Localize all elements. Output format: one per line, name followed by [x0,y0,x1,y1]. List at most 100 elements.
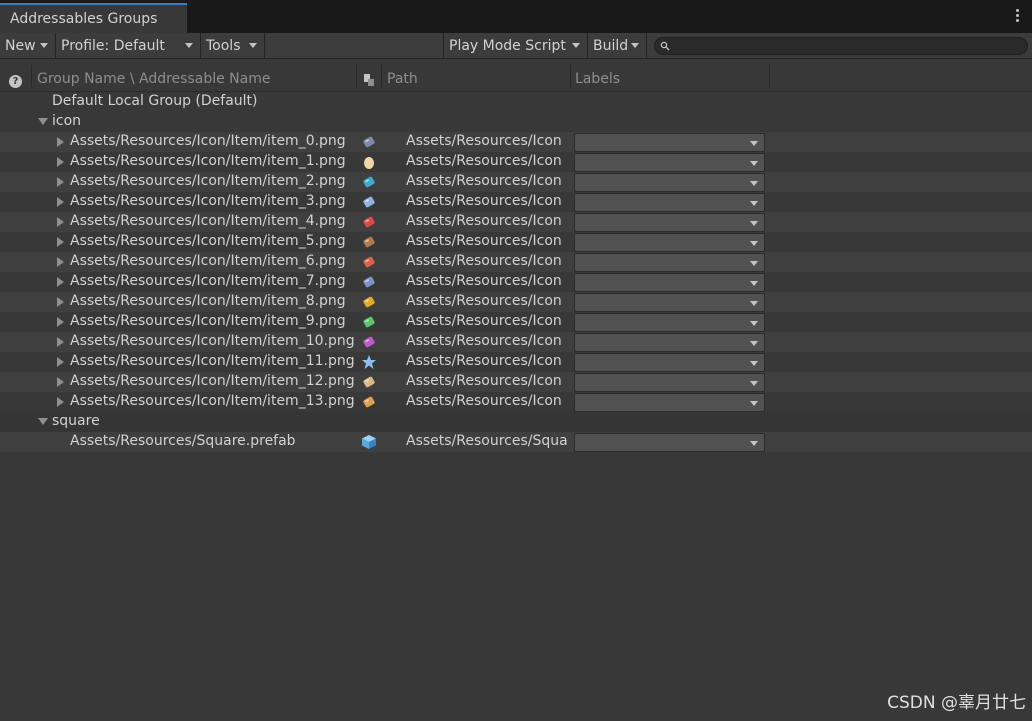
entry-row[interactable]: Assets/Resources/Icon/Item/item_8.png Ass… [0,292,1032,312]
foldout-collapsed-icon[interactable] [57,277,64,287]
column-divider[interactable] [381,65,382,87]
labels-dropdown[interactable] [574,253,765,272]
asset-type-icon[interactable] [363,73,375,87]
foldout-collapsed-icon[interactable] [57,337,64,347]
chevron-down-icon [750,281,758,286]
chevron-down-icon [750,141,758,146]
entry-row[interactable]: Assets/Resources/Icon/Item/item_12.png As… [0,372,1032,392]
tools-label: Tools [206,37,241,54]
group-row-square[interactable]: square [0,412,1032,432]
search-input[interactable] [675,38,1015,54]
labels-dropdown[interactable] [574,393,765,412]
labels-dropdown[interactable] [574,273,765,292]
entry-row[interactable]: Assets/Resources/Icon/Item/item_5.png Ass… [0,232,1032,252]
build-dropdown[interactable]: Build [588,33,647,58]
entry-path: Assets/Resources/Icon [406,213,562,229]
book-icon [361,214,377,230]
chevron-down-icon [750,161,758,166]
foldout-collapsed-icon[interactable] [57,157,64,167]
profile-label: Profile: Default [61,37,165,54]
entry-row[interactable]: Assets/Resources/Icon/Item/item_11.png As… [0,352,1032,372]
foldout-collapsed-icon[interactable] [57,197,64,207]
labels-dropdown[interactable] [574,313,765,332]
entry-name: Assets/Resources/Icon/Item/item_3.png [70,193,346,209]
chevron-down-icon [750,361,758,366]
foldout-collapsed-icon[interactable] [57,397,64,407]
entry-row[interactable]: Assets/Resources/Icon/Item/item_0.png Ass… [0,132,1032,152]
labels-dropdown[interactable] [574,193,765,212]
entry-name: Assets/Resources/Icon/Item/item_2.png [70,173,346,189]
labels-dropdown[interactable] [574,153,765,172]
tab-addressables-groups[interactable]: Addressables Groups [0,3,187,33]
chevron-down-icon [750,321,758,326]
wand-icon [361,194,377,210]
egg-icon [361,154,377,170]
column-divider[interactable] [769,65,770,87]
foldout-expanded-icon[interactable] [38,418,48,425]
entry-row[interactable]: Assets/Resources/Icon/Item/item_9.png Ass… [0,312,1032,332]
chevron-down-icon [750,221,758,226]
foldout-collapsed-icon[interactable] [57,357,64,367]
play-mode-script-dropdown[interactable]: Play Mode Script [443,33,588,58]
chevron-down-icon [750,201,758,206]
labels-dropdown[interactable] [574,293,765,312]
new-label: New [5,37,36,54]
labels-dropdown[interactable] [574,433,765,452]
tools-dropdown[interactable]: Tools [201,33,265,58]
entry-row[interactable]: Assets/Resources/Icon/Item/item_7.png Ass… [0,272,1032,292]
foldout-collapsed-icon[interactable] [57,297,64,307]
entry-row[interactable]: Assets/Resources/Icon/Item/item_6.png Ass… [0,252,1032,272]
labels-dropdown[interactable] [574,133,765,152]
foldout-collapsed-icon[interactable] [57,377,64,387]
chevron-down-icon [750,381,758,386]
column-divider[interactable] [31,65,32,87]
new-dropdown[interactable]: New [0,33,56,58]
search-icon [660,41,670,51]
tab-title: Addressables Groups [10,11,158,27]
entry-path: Assets/Resources/Icon [406,353,562,369]
entry-row[interactable]: Assets/Resources/Icon/Item/item_13.png As… [0,392,1032,412]
foldout-collapsed-icon[interactable] [57,177,64,187]
labels-dropdown[interactable] [574,233,765,252]
help-icon[interactable]: ? [9,75,22,88]
column-header-name[interactable]: Group Name \ Addressable Name [37,71,270,87]
labels-dropdown[interactable] [574,373,765,392]
column-header-labels[interactable]: Labels [575,71,620,87]
chevron-down-icon [40,43,48,48]
labels-dropdown[interactable] [574,213,765,232]
foldout-collapsed-icon[interactable] [57,137,64,147]
group-row-default[interactable]: Default Local Group (Default) [0,92,1032,112]
group-row-icon[interactable]: icon [0,112,1032,132]
entry-row[interactable]: Assets/Resources/Icon/Item/item_3.png Ass… [0,192,1032,212]
profile-dropdown[interactable]: Profile: Default [56,33,201,58]
search-field[interactable] [654,37,1028,55]
entry-path: Assets/Resources/Icon [406,153,562,169]
star-icon [361,354,377,370]
entry-path: Assets/Resources/Squa [406,433,568,449]
foldout-collapsed-icon[interactable] [57,217,64,227]
chevron-down-icon [572,43,580,48]
labels-dropdown[interactable] [574,333,765,352]
entry-name: Assets/Resources/Icon/Item/item_8.png [70,293,346,309]
entry-row[interactable]: Assets/Resources/Icon/Item/item_2.png Ass… [0,172,1032,192]
foldout-collapsed-icon[interactable] [57,237,64,247]
entry-row[interactable]: Assets/Resources/Icon/Item/item_4.png Ass… [0,212,1032,232]
entry-name: Assets/Resources/Icon/Item/item_10.png [70,333,355,349]
entry-row[interactable]: Assets/Resources/Square.prefab Assets/Res… [0,432,1032,452]
foldout-expanded-icon[interactable] [38,118,48,125]
watermark: CSDN @辜月廿七 [887,693,1026,713]
entry-row[interactable]: Assets/Resources/Icon/Item/item_1.png Ass… [0,152,1032,172]
potion-icon [361,334,377,350]
column-divider[interactable] [570,65,571,87]
column-divider[interactable] [356,65,357,87]
entry-name: Assets/Resources/Icon/Item/item_13.png [70,393,355,409]
column-header-path[interactable]: Path [387,71,418,87]
labels-dropdown[interactable] [574,173,765,192]
labels-dropdown[interactable] [574,353,765,372]
entry-name: Assets/Resources/Icon/Item/item_5.png [70,233,346,249]
chevron-down-icon [750,241,758,246]
entry-row[interactable]: Assets/Resources/Icon/Item/item_10.png As… [0,332,1032,352]
foldout-collapsed-icon[interactable] [57,317,64,327]
foldout-collapsed-icon[interactable] [57,257,64,267]
more-options-icon[interactable] [1016,9,1020,23]
